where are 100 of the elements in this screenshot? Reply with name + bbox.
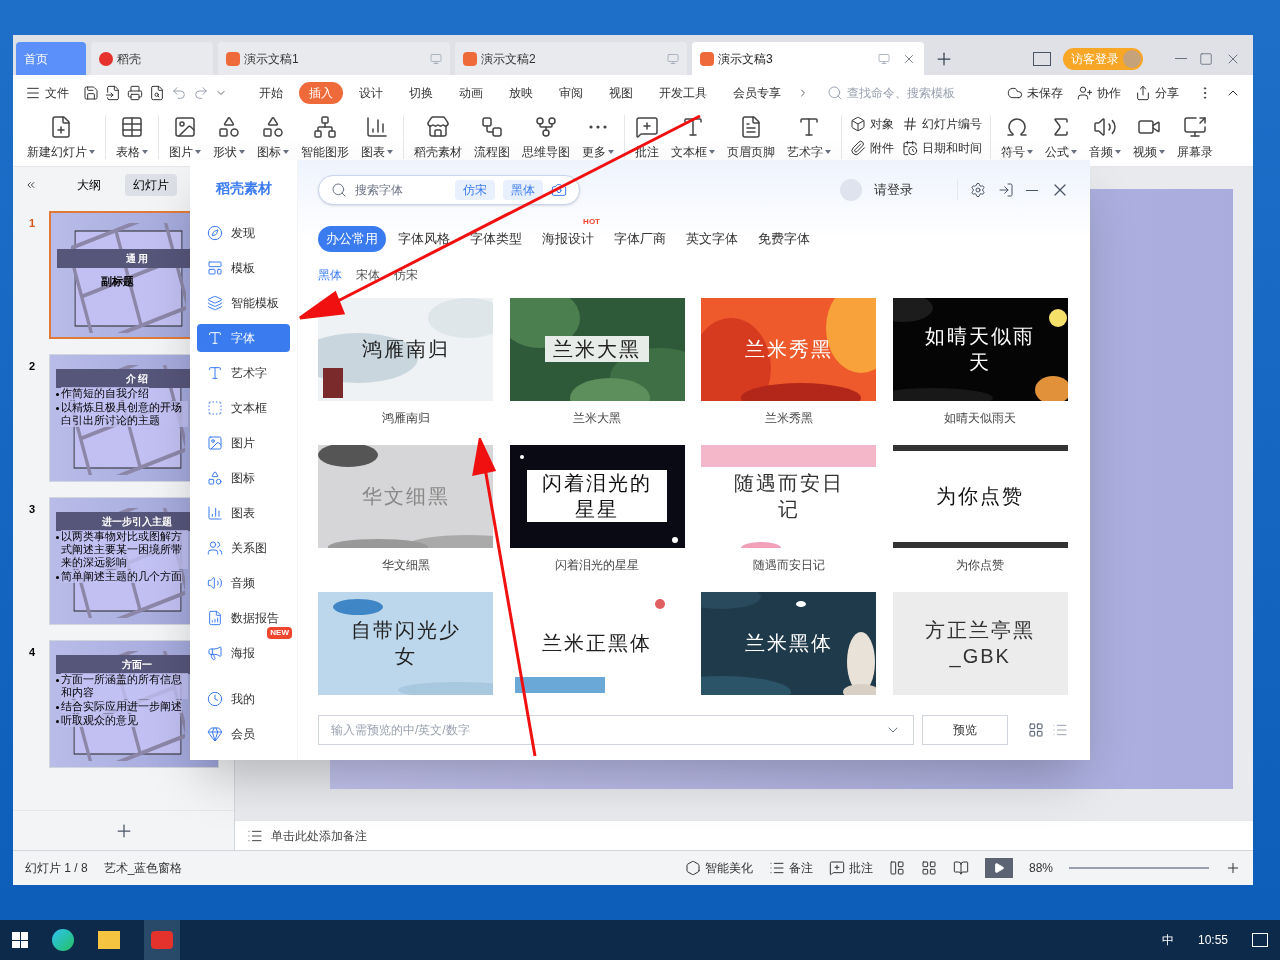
subcategory-link[interactable]: 宋体 — [356, 265, 380, 284]
notes-icon — [768, 860, 785, 876]
theme-name: 艺术_蓝色窗格 — [103, 860, 183, 877]
menu-tab[interactable]: 放映 — [499, 82, 543, 104]
beautify-button[interactable]: 智能美化 — [684, 859, 753, 877]
paperclip-icon — [850, 140, 866, 156]
subcategory-link[interactable]: 黑体 — [318, 265, 342, 284]
comment-icon — [828, 860, 845, 876]
pane-tab[interactable]: 大纲 — [68, 174, 109, 196]
font-icon — [207, 330, 223, 346]
menu-tab[interactable]: 开始 — [249, 82, 293, 104]
icons-icon — [261, 115, 285, 139]
document-tab[interactable]: 稻壳 — [91, 42, 213, 75]
input-method-indicator[interactable]: 中 — [1161, 931, 1174, 949]
login-link[interactable]: 请登录 — [874, 180, 913, 200]
windows-start-icon[interactable] — [12, 932, 28, 948]
category-tab[interactable]: 英文字体 — [686, 229, 738, 249]
menu-tab[interactable]: 动画 — [449, 82, 493, 104]
menu-tab[interactable]: 开发工具 — [649, 82, 717, 104]
ribbon-button[interactable]: 智能图形 — [295, 115, 355, 161]
ribbon-button[interactable]: 页眉页脚 — [721, 115, 781, 161]
ribbon-button[interactable]: 视频 — [1127, 115, 1171, 161]
category-tab[interactable]: 字体厂商 — [614, 229, 666, 249]
ribbon-button[interactable]: 图标 — [251, 115, 295, 161]
nav-item[interactable]: 字体 — [197, 324, 290, 352]
ribbon-button[interactable]: 幻灯片编号 — [902, 115, 982, 133]
ribbon-button[interactable]: 形状 — [207, 115, 251, 161]
ribbon-button[interactable]: 图表 — [355, 115, 399, 161]
font-name: 兰米大黑 — [573, 409, 622, 427]
save-icon — [83, 85, 99, 101]
text-box-icon — [681, 115, 705, 139]
font-preview-card[interactable]: 兰米黑体 — [701, 591, 877, 695]
window-count-icon[interactable] — [1033, 51, 1051, 66]
play-button[interactable] — [984, 858, 1013, 878]
category-tab[interactable]: 字体风格 — [398, 229, 450, 249]
ribbon-button[interactable]: 对象 — [850, 115, 894, 133]
font-preview-card[interactable]: 兰米大黑 — [509, 297, 685, 401]
file-menu[interactable]: 文件 — [25, 84, 77, 102]
document-tab[interactable]: 演示文稿2 — [455, 42, 687, 75]
compass-icon — [207, 225, 223, 241]
category-tab[interactable]: 海报设计 — [542, 229, 594, 249]
ribbon-button[interactable]: 新建幻灯片 — [21, 115, 101, 161]
font-preview-card[interactable]: 鸿雁南归 — [318, 297, 494, 401]
font-preview-card[interactable]: 为你点赞 — [892, 444, 1068, 548]
category-tab[interactable]: 免费字体 — [758, 229, 810, 249]
search-suggestion-chip[interactable]: 仿宋 — [455, 180, 495, 200]
ribbon-button[interactable]: 文本框 — [665, 115, 721, 161]
document-tab[interactable]: 演示文稿3 — [692, 42, 924, 75]
notification-icon[interactable] — [1252, 933, 1268, 947]
slide-bullet: 作简短的自我介绍 — [61, 387, 149, 400]
report-icon — [207, 610, 223, 626]
menu-tab[interactable]: 切换 — [399, 82, 443, 104]
browser-icon[interactable] — [52, 929, 74, 951]
menu-tab[interactable]: 视图 — [599, 82, 643, 104]
bullet-icon — [56, 576, 59, 579]
hot-label: HOT — [583, 216, 600, 228]
menu-action[interactable]: 未保存 — [1007, 84, 1063, 102]
minimize-icon[interactable] — [1026, 189, 1038, 191]
menu-action[interactable]: 协作 — [1077, 84, 1121, 102]
menu-action[interactable]: 分享 — [1135, 84, 1179, 102]
store-icon — [426, 115, 450, 139]
ribbon-button[interactable]: 符号 — [995, 115, 1039, 161]
new-slide-icon — [49, 115, 73, 139]
font-sample-text: 鸿雁南归 — [360, 337, 451, 362]
search-suggestion-chip[interactable]: 黑体 — [503, 180, 543, 200]
ribbon-button[interactable]: 屏幕录 — [1171, 115, 1219, 161]
bullet-icon — [56, 536, 59, 539]
font-preview-card[interactable]: 如晴天似雨天 — [892, 297, 1068, 401]
font-search-field[interactable]: 搜索字体 仿宋 黑体 — [318, 175, 580, 205]
pane-tab[interactable]: 幻灯片 — [124, 174, 177, 196]
ribbon-button[interactable]: 日期和时间 — [902, 139, 982, 157]
notes-button[interactable]: 备注 — [768, 859, 813, 877]
document-tab[interactable]: 演示文稿1 — [218, 42, 450, 75]
comment-button[interactable]: 批注 — [828, 859, 873, 877]
ribbon-button[interactable]: 公式 — [1039, 115, 1083, 161]
ribbon-button[interactable]: 流程图 — [468, 115, 516, 161]
font-preview-card[interactable]: 方正兰亭黑_GBK — [892, 591, 1068, 695]
ribbon-button[interactable]: 表格 — [110, 115, 154, 161]
ribbon-button[interactable]: 附件 — [850, 139, 894, 157]
preview-button[interactable]: 预览 — [922, 714, 1008, 745]
category-tab[interactable]: 办公常用 — [318, 226, 386, 252]
menu-tab[interactable]: 审阅 — [549, 82, 593, 104]
ribbon-button[interactable]: 图片 — [163, 115, 207, 161]
comment-icon — [635, 115, 659, 139]
font-sample-text: 方正兰亭黑_GBK — [924, 618, 1037, 669]
menu-tab[interactable]: 会员专享 — [723, 82, 791, 104]
taskbar-clock[interactable]: 10:55 — [1197, 931, 1228, 949]
zoom-level[interactable]: 88% — [1028, 859, 1053, 877]
ribbon-button[interactable]: 稻壳素材 — [408, 115, 468, 161]
notes-placeholder[interactable]: 单击此处添加备注 — [271, 826, 367, 845]
new-badge: NEW — [267, 627, 292, 639]
font-preview-card[interactable]: 随遇而安日记 — [701, 444, 877, 548]
font-name: 兰米秀黑 — [764, 409, 813, 427]
ribbon-button[interactable]: 更多 — [576, 115, 620, 161]
menu-tab[interactable]: 设计 — [349, 82, 393, 104]
ribbon-button[interactable]: 音频 — [1083, 115, 1127, 161]
category-tab[interactable]: 字体类型 — [470, 229, 522, 249]
ribbon-button[interactable]: 艺术字 — [781, 115, 837, 161]
ribbon-button[interactable]: 思维导图 — [516, 115, 576, 161]
slide-bullet: 方面一所涵盖的所有信息和内容 — [61, 673, 188, 699]
